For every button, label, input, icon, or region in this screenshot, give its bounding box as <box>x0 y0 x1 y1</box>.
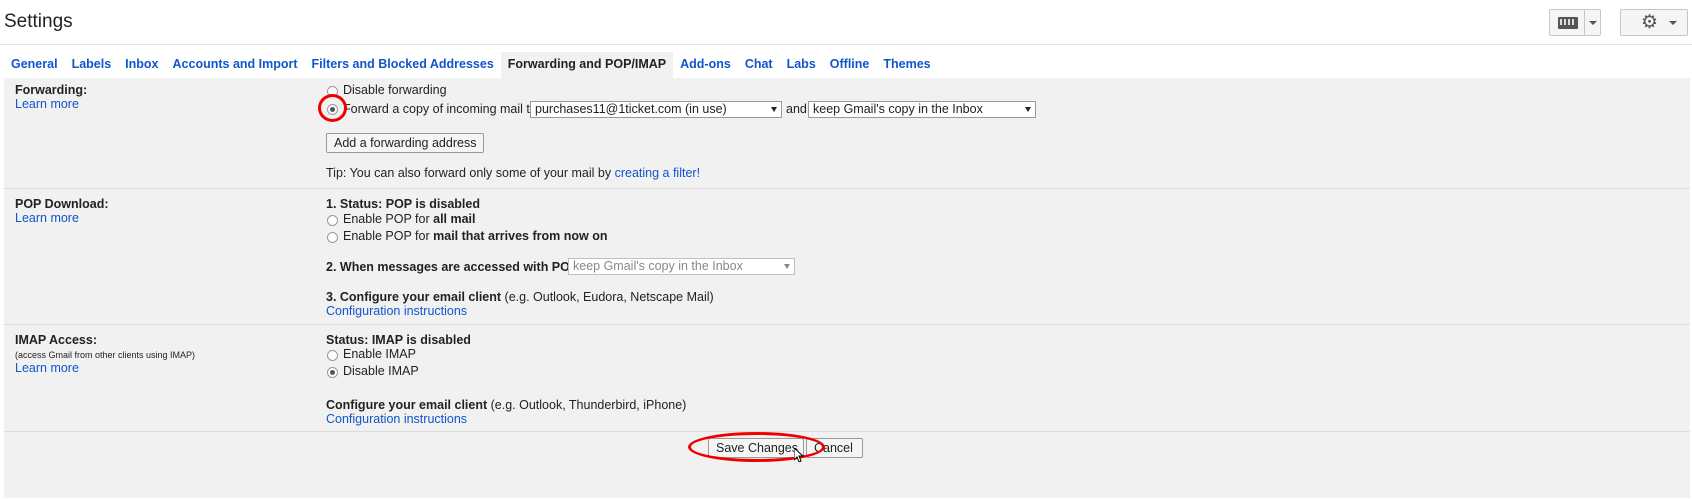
enable-pop-now-radio[interactable] <box>327 232 338 243</box>
input-tools-button[interactable] <box>1549 9 1601 36</box>
disable-imap-label: Disable IMAP <box>343 364 419 378</box>
disable-imap-radio[interactable] <box>327 367 338 378</box>
pop-status: 1. Status: POP is disabled <box>326 197 480 211</box>
tab-labels[interactable]: Labels <box>65 52 119 78</box>
cancel-button[interactable]: Cancel <box>806 438 863 458</box>
pop-label: POP Download: <box>15 197 109 211</box>
tab-filters-and-blocked-addresses[interactable]: Filters and Blocked Addresses <box>305 52 501 78</box>
pop-access-label: 2. When messages are accessed with POP <box>326 260 579 274</box>
tab-themes[interactable]: Themes <box>876 52 937 78</box>
tab-inbox[interactable]: Inbox <box>118 52 165 78</box>
footer-actions: Save Changes Cancel <box>4 431 1690 499</box>
creating-a-filter-link[interactable]: creating a filter! <box>615 166 700 180</box>
add-forwarding-address-button[interactable]: Add a forwarding address <box>326 133 485 153</box>
forwarding-learn-more-link[interactable]: Learn more <box>15 97 79 111</box>
forwarding-label: Forwarding: <box>15 83 88 97</box>
save-changes-button[interactable]: Save Changes <box>708 438 804 458</box>
chevron-down-icon <box>1025 107 1031 112</box>
imap-configuration-instructions-link[interactable]: Configuration instructions <box>326 412 467 426</box>
chevron-down-icon <box>771 107 777 112</box>
and-text: and <box>786 102 807 116</box>
keyboard-icon <box>1558 17 1578 29</box>
tab-accounts-and-import[interactable]: Accounts and Import <box>166 52 305 78</box>
imap-learn-more-link[interactable]: Learn more <box>15 361 79 375</box>
copy-action-select[interactable]: keep Gmail's copy in the Inbox <box>808 101 1036 118</box>
pop-configuration-instructions-link[interactable]: Configuration instructions <box>326 304 467 318</box>
disable-forwarding-radio[interactable] <box>327 86 338 97</box>
pop-learn-more-link[interactable]: Learn more <box>15 211 79 225</box>
disable-forwarding-label: Disable forwarding <box>343 83 447 97</box>
chevron-down-icon <box>1589 21 1597 25</box>
imap-label: IMAP Access: <box>15 333 97 347</box>
pop-configure-text: 3. Configure your email client (e.g. Out… <box>326 290 714 304</box>
enable-pop-all-radio[interactable] <box>327 215 338 226</box>
tab-general[interactable]: General <box>4 52 65 78</box>
settings-menu-button[interactable]: ⚙ <box>1620 9 1688 36</box>
chevron-down-icon <box>784 264 790 269</box>
forwarding-section: Forwarding: Learn more Disable forwardin… <box>4 78 1690 188</box>
imap-section: IMAP Access: (access Gmail from other cl… <box>4 324 1690 432</box>
top-bar: Settings ⚙ <box>0 0 1692 44</box>
forwarding-tip: Tip: You can also forward only some of y… <box>326 166 701 180</box>
gear-icon: ⚙ <box>1641 12 1659 33</box>
enable-imap-radio[interactable] <box>327 350 338 361</box>
pop-access-select[interactable]: keep Gmail's copy in the Inbox <box>568 258 795 275</box>
tab-add-ons[interactable]: Add-ons <box>673 52 738 78</box>
forward-copy-radio[interactable] <box>327 104 338 115</box>
tab-forwarding-and-pop-imap[interactable]: Forwarding and POP/IMAP <box>500 52 674 78</box>
imap-configure-text: Configure your email client (e.g. Outloo… <box>326 398 687 412</box>
enable-pop-all-label: Enable POP for all mail <box>343 212 476 226</box>
enable-imap-label: Enable IMAP <box>343 347 416 361</box>
tab-labs[interactable]: Labs <box>780 52 823 78</box>
mouse-cursor-icon <box>794 448 805 462</box>
enable-pop-now-label: Enable POP for mail that arrives from no… <box>343 229 608 243</box>
tab-offline[interactable]: Offline <box>823 52 877 78</box>
pop-section: POP Download: Learn more 1. Status: POP … <box>4 188 1690 325</box>
forward-address-select[interactable]: purchases11@1ticket.com (in use) <box>530 101 782 118</box>
imap-status: Status: IMAP is disabled <box>326 333 471 347</box>
imap-sublabel: (access Gmail from other clients using I… <box>15 350 196 360</box>
page-title: Settings <box>4 11 73 32</box>
chevron-down-icon <box>1669 21 1677 25</box>
forward-copy-label: Forward a copy of incoming mail to <box>343 102 537 116</box>
tab-chat[interactable]: Chat <box>738 52 780 78</box>
settings-tabs: General Labels Inbox Accounts and Import… <box>4 52 938 78</box>
settings-panel: Forwarding: Learn more Disable forwardin… <box>4 78 1690 498</box>
